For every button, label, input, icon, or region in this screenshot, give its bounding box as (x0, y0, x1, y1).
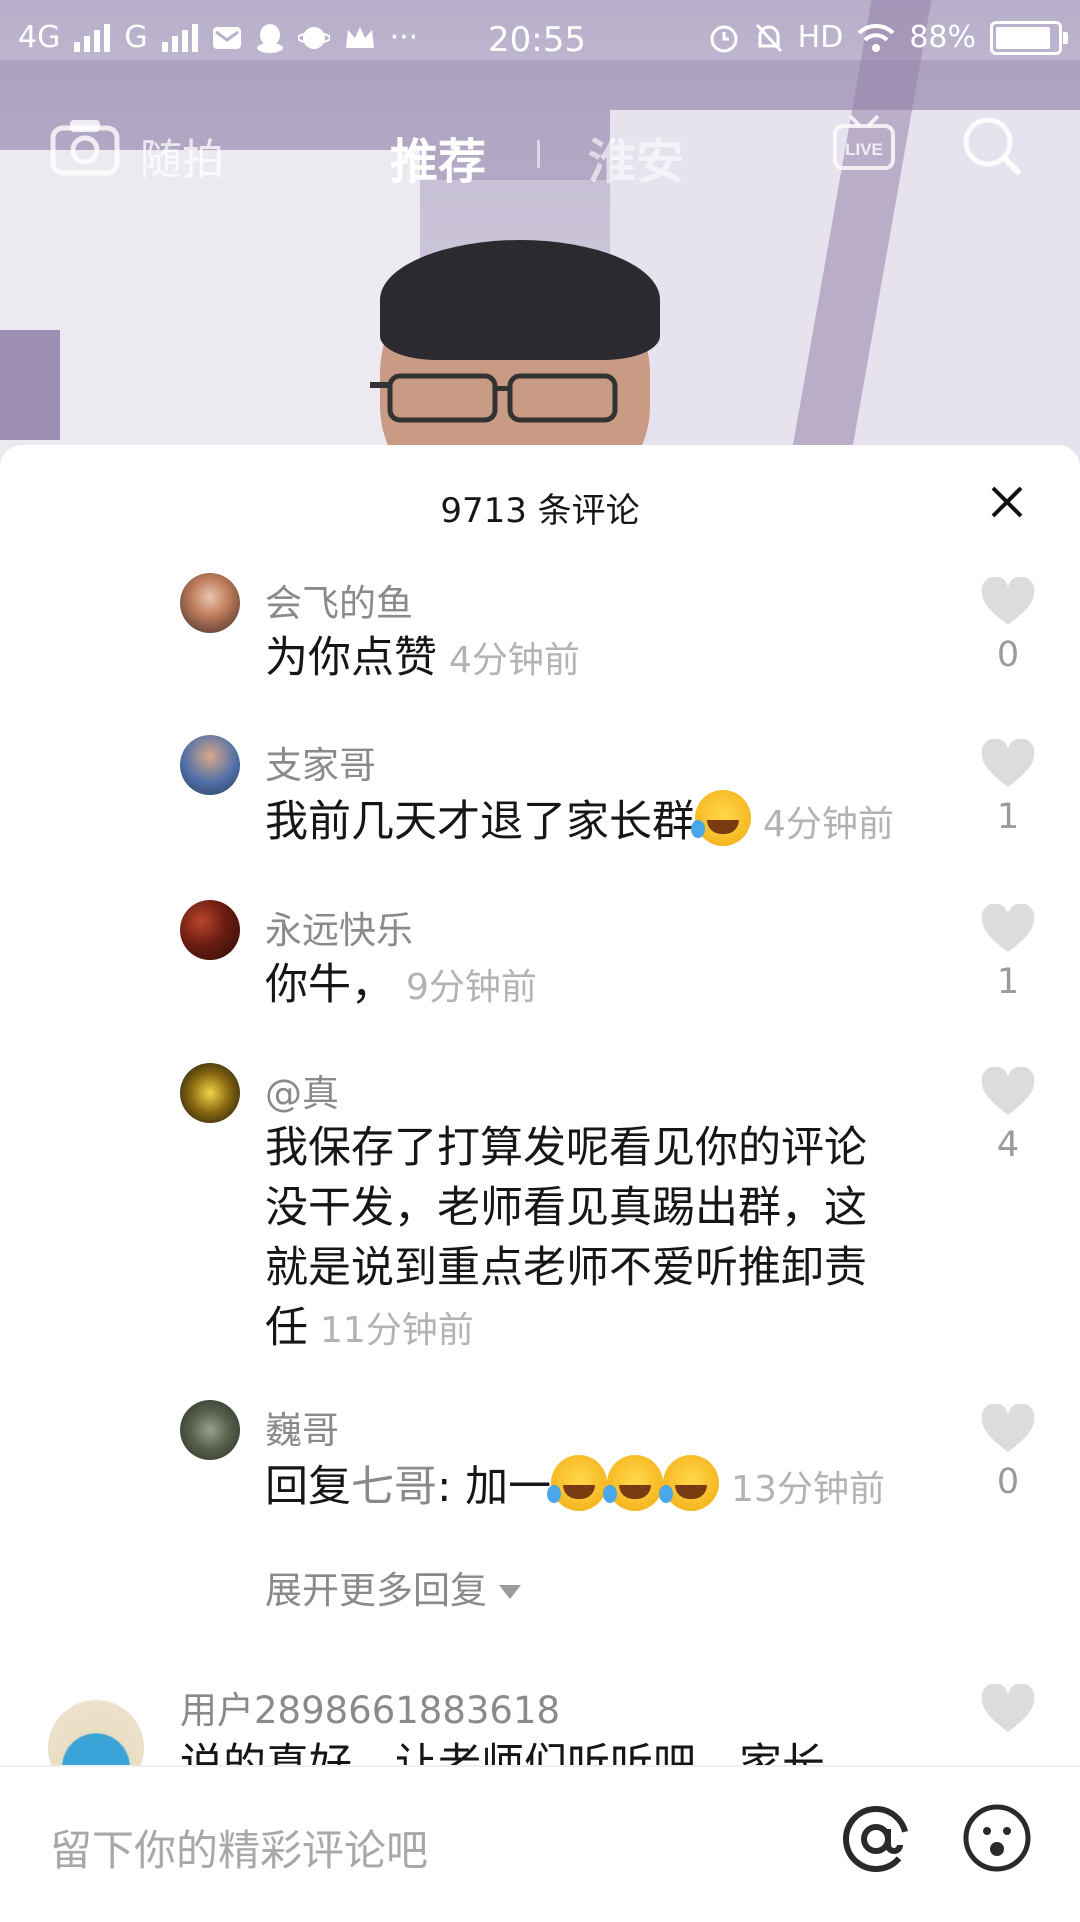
tab-city[interactable]: 淮安 (588, 122, 684, 192)
laughing-crying-emoji-icon (691, 790, 751, 846)
heart-icon[interactable] (980, 576, 1036, 627)
like-count: 1 (996, 797, 1020, 837)
camera-icon[interactable] (50, 116, 120, 176)
comment-username[interactable]: 会飞的鱼 (265, 573, 413, 627)
status-right: HD 88% (708, 20, 1068, 55)
comment-text[interactable]: 我保存了打算发呢看见你的评论没干发，老师看见真踢出群，这就是说到重点老师不爱听推… (265, 1118, 905, 1361)
comment-text[interactable]: 你牛， 9分钟前 (265, 955, 905, 1018)
like-button[interactable]: 1 (980, 738, 1036, 837)
like-button[interactable] (980, 1683, 1036, 1738)
avatar[interactable] (180, 1400, 240, 1460)
comment-sheet: 9713 条评论 会飞的鱼 为你点赞 4分钟前 0 支家哥 我前几天才退了家长群 4… (0, 445, 1080, 1920)
more-notifications-icon: ··· (389, 20, 419, 55)
laughing-crying-emoji-icon (547, 1455, 608, 1511)
tab-divider (537, 140, 540, 168)
comment-time: 13分钟前 (731, 1469, 885, 1510)
expand-replies-button[interactable]: 展开更多回复 (265, 1560, 521, 1614)
avatar[interactable] (180, 900, 240, 960)
wifi-icon (857, 23, 895, 52)
comment-time: 4分钟前 (449, 640, 580, 681)
reply-prefix: 回复 (265, 1462, 351, 1512)
comment-username[interactable]: 支家哥 (265, 735, 376, 789)
planet-icon (297, 26, 330, 49)
battery-icon (990, 20, 1068, 55)
avatar[interactable] (180, 735, 240, 795)
comment-username[interactable]: @真 (265, 1063, 339, 1117)
laughing-crying-emoji-icon (659, 1455, 720, 1511)
signal-icon-2 (161, 23, 198, 52)
like-count: 0 (996, 1462, 1020, 1502)
avatar[interactable] (180, 1063, 240, 1123)
search-icon[interactable] (960, 114, 1024, 178)
mention-icon[interactable] (840, 1803, 912, 1875)
comment-body: 我前几天才退了家长群 (265, 797, 695, 847)
battery-percent: 88% (909, 20, 976, 55)
heart-icon[interactable] (980, 1683, 1036, 1734)
clock: 20:55 (488, 20, 586, 60)
close-icon[interactable] (990, 485, 1024, 519)
comment-text[interactable]: 我前几天才退了家长群 4分钟前 (265, 790, 965, 855)
comment-count-title: 9713 条评论 (440, 491, 640, 531)
like-button[interactable]: 0 (980, 1403, 1036, 1502)
comment-time: 11分钟前 (320, 1310, 474, 1351)
like-count: 1 (996, 962, 1020, 1002)
heart-icon[interactable] (980, 903, 1036, 954)
comment-username[interactable]: 用户2898661883618 (180, 1680, 560, 1734)
hd-label: HD (797, 20, 844, 55)
glasses (370, 373, 618, 423)
comment-text[interactable]: 回复七哥: 加一 13分钟前 (265, 1455, 965, 1520)
emoji-icon[interactable] (962, 1803, 1032, 1873)
status-bar: 4G G ··· 20:55 HD 88% (0, 0, 1080, 80)
comment-input-bar: 留下你的精彩评论吧 (0, 1765, 1080, 1922)
battery-fill (996, 26, 1051, 49)
video-glyph (0, 330, 60, 440)
comment-body: 为你点赞 (265, 633, 437, 683)
heart-icon[interactable] (980, 1066, 1036, 1117)
top-navigation: 随拍 推荐 淮安 LIVE (0, 100, 1080, 200)
heart-icon[interactable] (980, 738, 1036, 789)
network-type: 4G (18, 20, 61, 55)
comment-username[interactable]: 巍哥 (265, 1400, 339, 1454)
comment-input[interactable]: 留下你的精彩评论吧 (50, 1817, 428, 1878)
comment-text[interactable]: 为你点赞 4分钟前 (265, 628, 905, 691)
person-hair (380, 240, 660, 360)
qq-icon (256, 23, 283, 53)
live-icon[interactable]: LIVE (832, 112, 896, 172)
comment-body: : 加一 (437, 1462, 552, 1512)
chevron-down-icon (499, 1585, 521, 1599)
crown-icon (345, 26, 374, 48)
comment-body: 你牛， (265, 960, 394, 1010)
like-button[interactable]: 0 (980, 576, 1036, 675)
mail-icon (212, 26, 241, 49)
expand-replies-label: 展开更多回复 (265, 1569, 487, 1612)
like-button[interactable]: 1 (980, 903, 1036, 1002)
signal-icon (74, 23, 111, 52)
like-button[interactable]: 4 (980, 1066, 1036, 1165)
alarm-icon (710, 25, 738, 52)
network-type-2: G (124, 20, 148, 55)
comment-time: 4分钟前 (763, 804, 894, 845)
mute-bell-icon (755, 23, 782, 52)
comment-username[interactable]: 永远快乐 (265, 900, 413, 954)
status-left: 4G G ··· (18, 20, 418, 55)
heart-icon[interactable] (980, 1403, 1036, 1454)
svg-text:LIVE: LIVE (845, 140, 883, 159)
avatar[interactable] (180, 573, 240, 633)
comment-time: 9分钟前 (406, 967, 537, 1008)
reply-target-user[interactable]: 七哥 (351, 1462, 437, 1512)
tab-recommend[interactable]: 推荐 (390, 122, 486, 192)
like-count: 4 (996, 1125, 1020, 1165)
like-count: 0 (996, 635, 1020, 675)
laughing-crying-emoji-icon (603, 1455, 664, 1511)
shoot-label[interactable]: 随拍 (140, 126, 224, 187)
